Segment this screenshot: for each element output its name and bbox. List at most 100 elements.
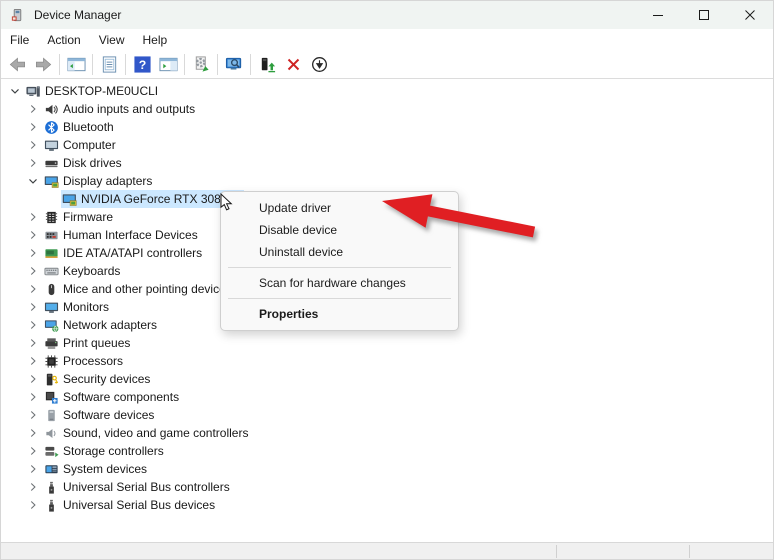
disable-device-button[interactable]: [306, 52, 332, 77]
properties-icon: [100, 55, 119, 74]
software-device-icon: [43, 407, 59, 423]
chevron-right-icon[interactable]: [23, 371, 43, 387]
titlebar: Device Manager: [1, 1, 773, 29]
tree-item-processors[interactable]: Processors: [1, 352, 773, 370]
chevron-right-icon[interactable]: [23, 119, 43, 135]
tree-item-label: Audio inputs and outputs: [59, 100, 201, 118]
computer-search-button[interactable]: [221, 52, 247, 77]
tree-item-desktop-me0ucli[interactable]: DESKTOP-ME0UCLI: [1, 82, 773, 100]
tree-item-bluetooth[interactable]: Bluetooth: [1, 118, 773, 136]
tree-item-software-devices[interactable]: Software devices: [1, 406, 773, 424]
menu-view[interactable]: View: [90, 31, 134, 49]
tree-item-storage-controllers[interactable]: Storage controllers: [1, 442, 773, 460]
chevron-right-icon[interactable]: [23, 389, 43, 405]
chevron-right-icon[interactable]: [23, 263, 43, 279]
window-title: Device Manager: [34, 8, 121, 22]
close-button[interactable]: [727, 1, 773, 29]
tree-item-body: IDE ATA/ATAPI controllers: [43, 244, 208, 262]
menu-help[interactable]: Help: [134, 31, 177, 49]
chevron-right-icon[interactable]: [23, 425, 43, 441]
tree-item-print-queues[interactable]: Print queues: [1, 334, 773, 352]
tree-item-disk-drives[interactable]: Disk drives: [1, 154, 773, 172]
selected-tree-item: NVIDIA GeForce RTX 3080: [61, 190, 244, 208]
tree-item-label: Software devices: [59, 406, 160, 424]
tree-item-label: Bluetooth: [59, 118, 120, 136]
computer-search-icon: [225, 55, 244, 74]
tree-item-display-adapters[interactable]: Display adapters: [1, 172, 773, 190]
tree-item-body: Bluetooth: [43, 118, 120, 136]
network-adapter-icon: [43, 317, 59, 333]
chevron-right-icon[interactable]: [23, 317, 43, 333]
chevron-right-icon[interactable]: [23, 407, 43, 423]
uninstall-device-button[interactable]: [280, 52, 306, 77]
toolbar-divider: [92, 54, 93, 75]
uninstall-device-icon: [284, 55, 303, 74]
chevron-right-icon[interactable]: [23, 335, 43, 351]
sound-controller-icon: [43, 425, 59, 441]
chevron-right-icon[interactable]: [23, 281, 43, 297]
tree-item-body: Keyboards: [43, 262, 126, 280]
tree-item-security-devices[interactable]: Security devices: [1, 370, 773, 388]
bluetooth-icon: [43, 119, 59, 135]
toolbar-divider: [125, 54, 126, 75]
hid-icon: [43, 227, 59, 243]
chevron-right-icon[interactable]: [23, 209, 43, 225]
menu-file[interactable]: File: [1, 31, 38, 49]
chevron-right-icon[interactable]: [23, 353, 43, 369]
tree-item-universal-serial-bus-devices[interactable]: Universal Serial Bus devices: [1, 496, 773, 514]
context-menu-item-disable-device[interactable]: Disable device: [221, 219, 458, 241]
chevron-right-icon[interactable]: [23, 227, 43, 243]
console-tree-button[interactable]: [63, 52, 89, 77]
scan-hardware-button[interactable]: [188, 52, 214, 77]
back-icon: [8, 55, 27, 74]
close-icon: [744, 9, 756, 21]
tree-item-label: Keyboards: [59, 262, 126, 280]
chevron-right-icon[interactable]: [23, 497, 43, 513]
back-button[interactable]: [4, 52, 30, 77]
chevron-right-icon[interactable]: [23, 245, 43, 261]
tree-item-universal-serial-bus-controllers[interactable]: Universal Serial Bus controllers: [1, 478, 773, 496]
minimize-button[interactable]: [635, 1, 681, 29]
chevron-right-icon[interactable]: [23, 101, 43, 117]
monitors-icon: [43, 299, 59, 315]
update-driver-icon: [258, 55, 277, 74]
update-driver-button[interactable]: [254, 52, 280, 77]
tree-item-label: Firmware: [59, 208, 119, 226]
tree-item-software-components[interactable]: Software components: [1, 388, 773, 406]
forward-button[interactable]: [30, 52, 56, 77]
statusbar: [1, 542, 773, 559]
chevron-right-icon[interactable]: [23, 137, 43, 153]
chevron-down-icon[interactable]: [23, 173, 43, 189]
statusbar-divider: [556, 545, 557, 558]
desktop-computer-icon: [25, 83, 41, 99]
tree-item-body: Processors: [43, 352, 129, 370]
menu-action[interactable]: Action: [38, 31, 89, 49]
properties-button[interactable]: [96, 52, 122, 77]
scan-hardware-icon: [192, 55, 211, 74]
tree-item-sound-video-and-game-controllers[interactable]: Sound, video and game controllers: [1, 424, 773, 442]
tree-item-system-devices[interactable]: System devices: [1, 460, 773, 478]
device-manager-window: Device Manager FileActionViewHelp ? DESK…: [0, 0, 774, 560]
chevron-down-icon[interactable]: [5, 83, 25, 99]
action-pane-button[interactable]: [155, 52, 181, 77]
software-component-icon: [43, 389, 59, 405]
tree-item-body: Network adapters: [43, 316, 163, 334]
chevron-right-icon[interactable]: [23, 155, 43, 171]
chevron-right-icon[interactable]: [23, 479, 43, 495]
tree-item-computer[interactable]: Computer: [1, 136, 773, 154]
printer-icon: [43, 335, 59, 351]
chevron-right-icon[interactable]: [23, 299, 43, 315]
context-menu-item-properties[interactable]: Properties: [221, 303, 458, 325]
context-menu-item-uninstall-device[interactable]: Uninstall device: [221, 241, 458, 263]
context-menu-item-scan-for-hardware-changes[interactable]: Scan for hardware changes: [221, 272, 458, 294]
tree-item-body: Universal Serial Bus controllers: [43, 478, 236, 496]
context-menu-item-update-driver[interactable]: Update driver: [221, 197, 458, 219]
help-button[interactable]: ?: [129, 52, 155, 77]
maximize-button[interactable]: [681, 1, 727, 29]
tree-item-audio-inputs-and-outputs[interactable]: Audio inputs and outputs: [1, 100, 773, 118]
menubar: FileActionViewHelp: [1, 29, 773, 50]
tree-item-body: Display adapters: [43, 172, 158, 190]
chevron-right-icon[interactable]: [23, 443, 43, 459]
tree-item-label: Disk drives: [59, 154, 128, 172]
chevron-right-icon[interactable]: [23, 461, 43, 477]
